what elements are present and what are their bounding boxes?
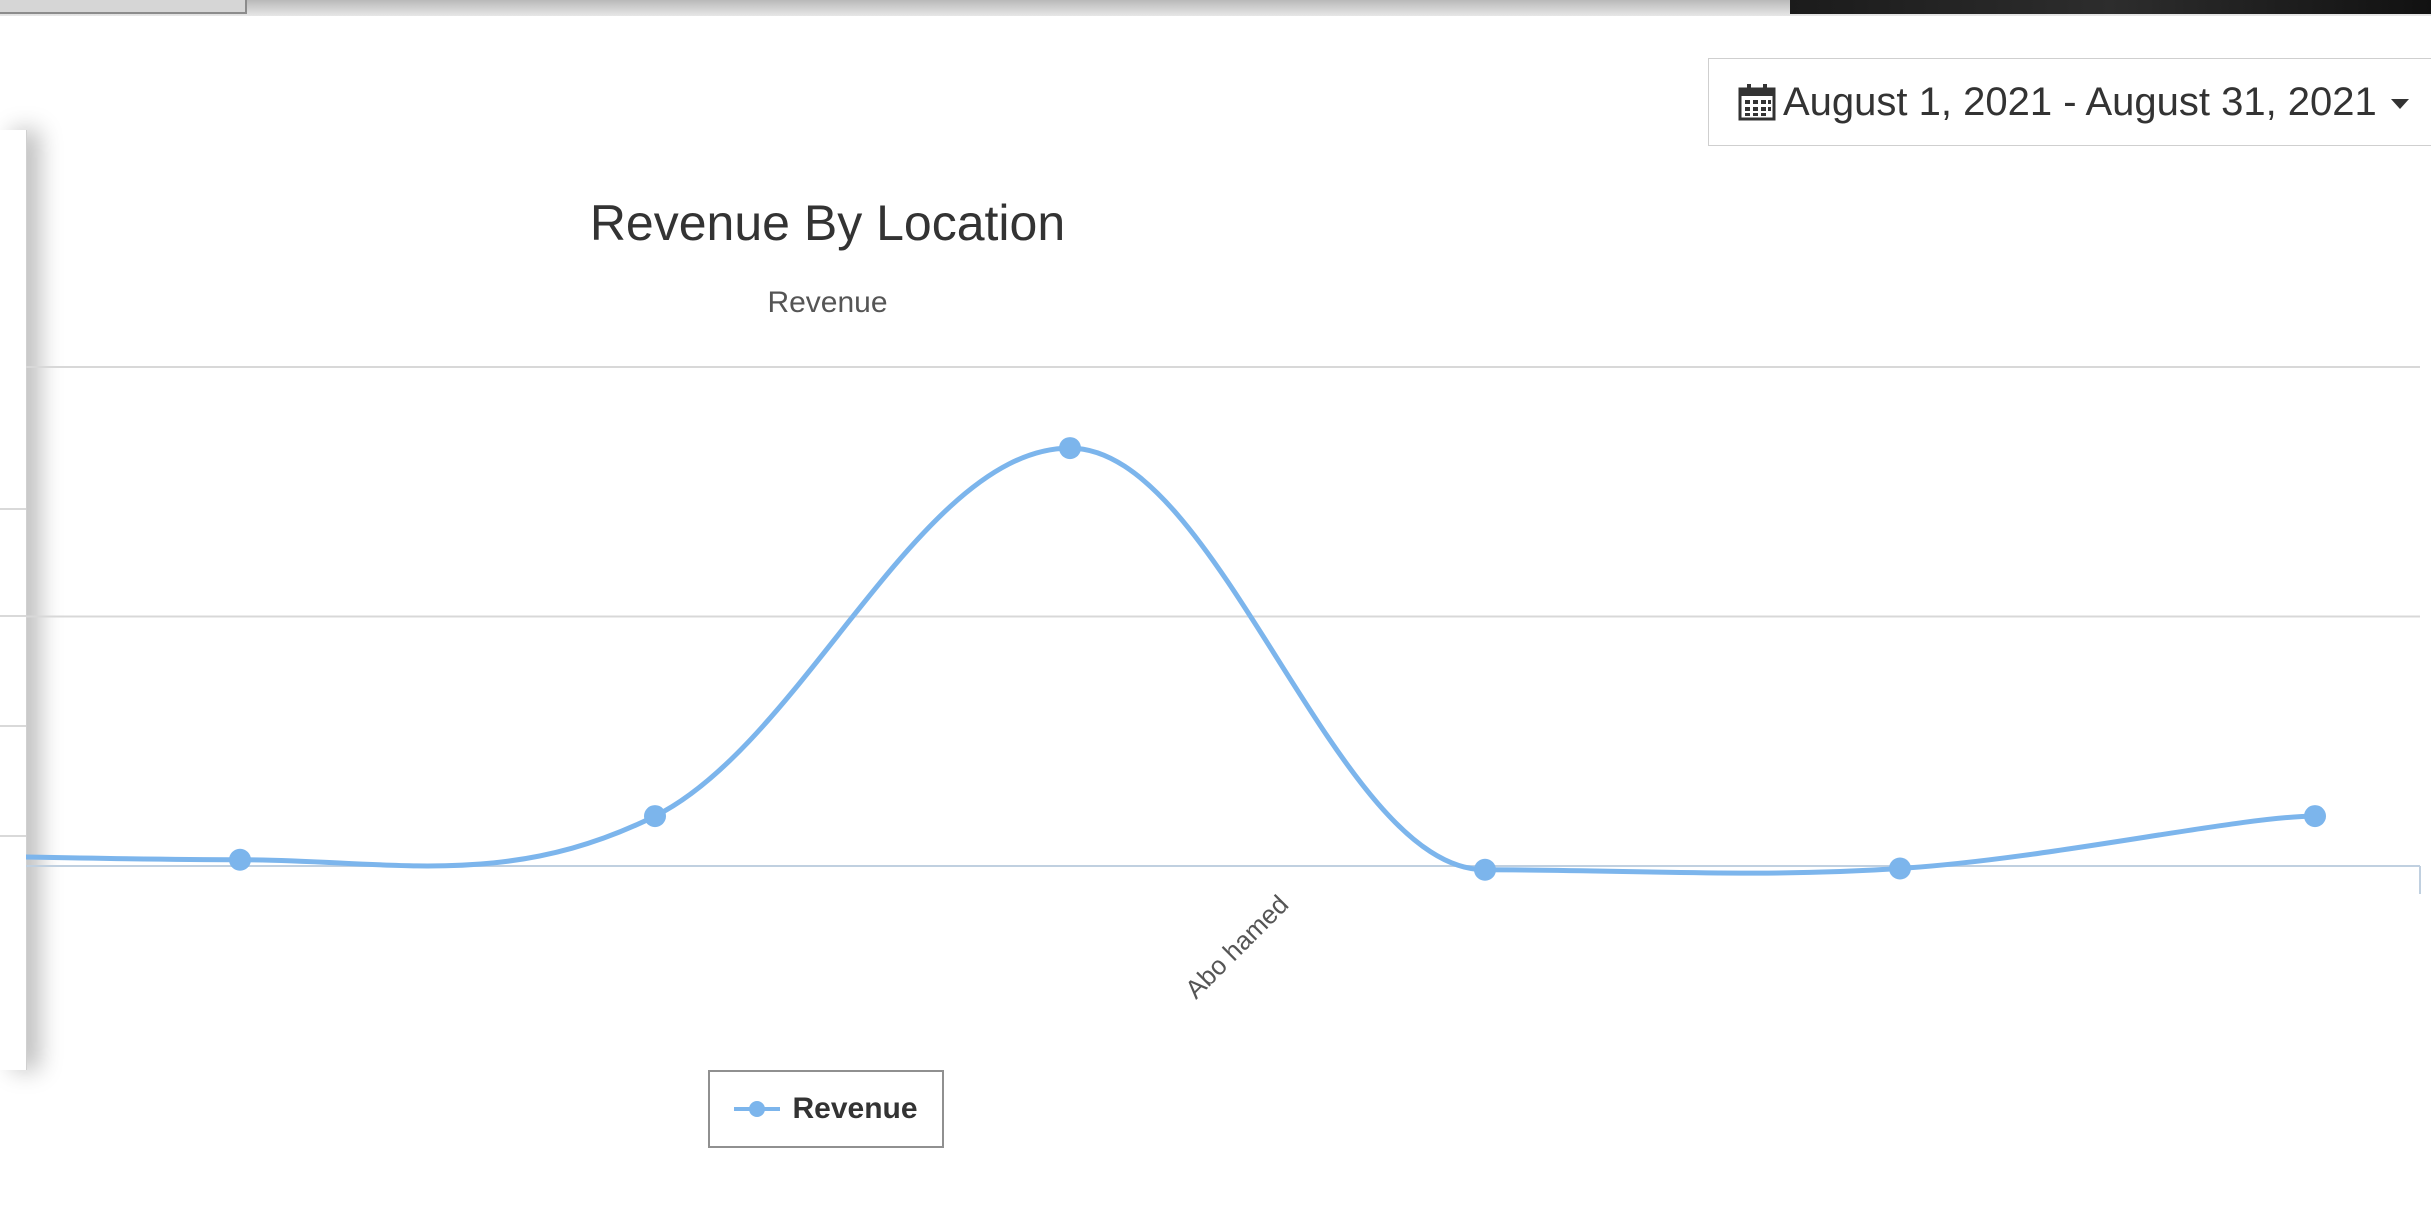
- x-tick-label: Abo hamed: [1179, 889, 1294, 1004]
- legend-item-revenue[interactable]: Revenue: [708, 1070, 944, 1148]
- data-point[interactable]: [2304, 805, 2326, 828]
- data-point[interactable]: [644, 805, 666, 828]
- series-line-revenue[interactable]: [0, 445, 2316, 876]
- data-point[interactable]: [229, 848, 251, 871]
- grid-lines: [26, 366, 2421, 894]
- data-point[interactable]: [1059, 437, 1081, 460]
- legend-symbol: [734, 1101, 781, 1117]
- revenue-line-chart: Abo hamed: [0, 366, 2421, 1004]
- legend-label: Revenue: [792, 1092, 918, 1125]
- data-point[interactable]: [1474, 858, 1496, 881]
- x-axis-labels: Abo hamed: [1179, 889, 1294, 1004]
- data-point[interactable]: [1889, 857, 1911, 880]
- series-revenue: [0, 437, 2326, 881]
